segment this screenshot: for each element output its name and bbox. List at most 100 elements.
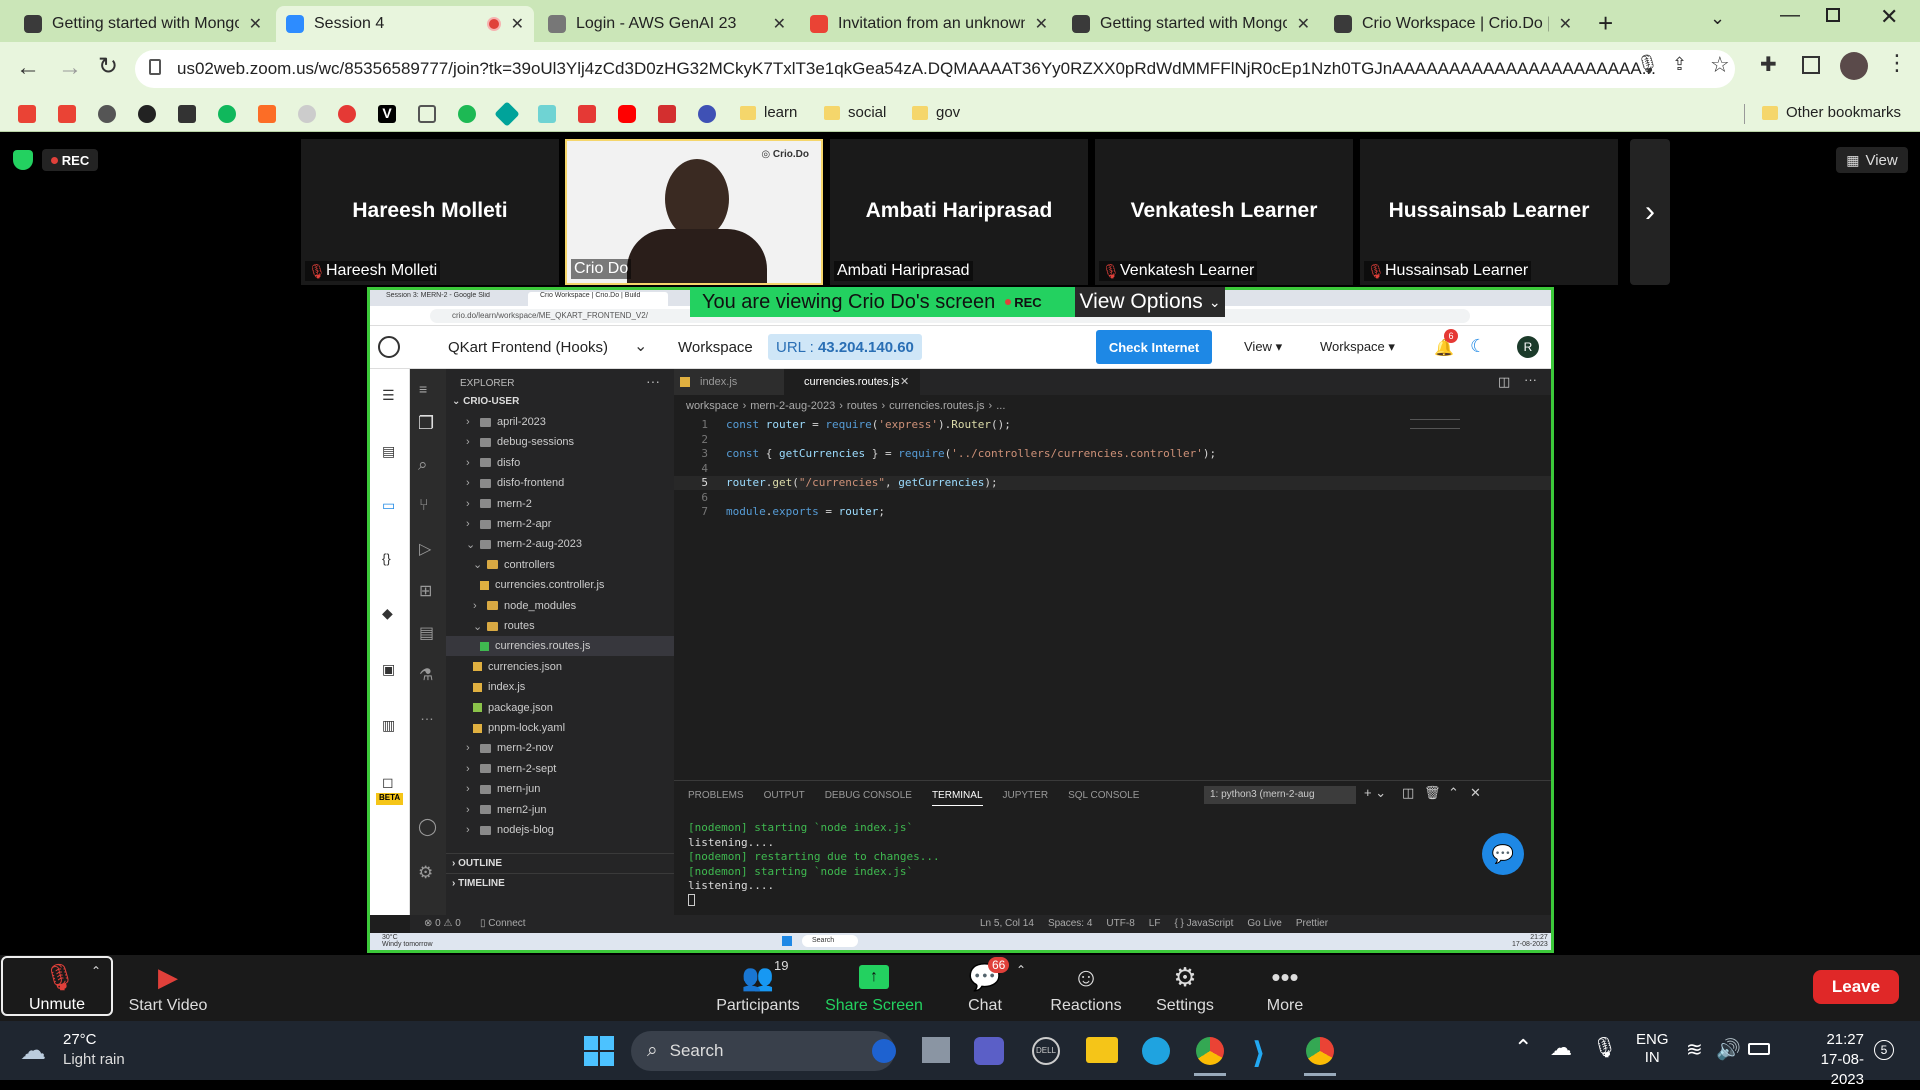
status-item[interactable]: Ln 5, Col 14 xyxy=(980,918,1034,929)
view-button[interactable]: ▦ View xyxy=(1836,147,1908,173)
browser-tab[interactable]: Invitation from an unknown ✕ xyxy=(800,6,1058,42)
tree-item[interactable]: › mern-2-apr xyxy=(446,514,674,534)
close-tab-icon[interactable]: ✕ xyxy=(1297,14,1310,34)
bookmark-icon[interactable] xyxy=(298,105,316,123)
taskbar-clock[interactable]: 21:27 17-08-2023 xyxy=(1794,1030,1864,1090)
bookmark-icon[interactable] xyxy=(338,105,356,123)
reload-icon[interactable]: ↻ xyxy=(98,52,118,81)
browser-tab[interactable]: Login - AWS GenAI 23 ✕ xyxy=(538,6,796,42)
chat-support-icon[interactable]: 💬 xyxy=(1482,833,1524,875)
next-page-chevron-icon[interactable]: › xyxy=(1630,139,1670,285)
panel-tab[interactable]: SQL CONSOLE xyxy=(1068,790,1139,801)
trash-icon[interactable]: 🗑 xyxy=(1424,785,1441,801)
explorer-root[interactable]: ⌄ CRIO-USER xyxy=(446,396,674,412)
vscode-icon[interactable]: ⟩ xyxy=(1252,1036,1266,1071)
settings-button[interactable]: ⚙ Settings xyxy=(1150,957,1220,1015)
tree-item[interactable]: › node_modules xyxy=(446,596,674,616)
crio-logo-icon[interactable] xyxy=(378,336,400,358)
status-item[interactable]: Spaces: 4 xyxy=(1048,918,1092,929)
breadcrumb-item[interactable]: mern-2-aug-2023 xyxy=(750,400,835,412)
bing-icon[interactable] xyxy=(872,1039,896,1063)
close-window-icon[interactable]: ✕ xyxy=(1880,4,1898,30)
status-item[interactable]: LF xyxy=(1149,918,1161,929)
status-item[interactable]: UTF-8 xyxy=(1106,918,1134,929)
bookmark-icon[interactable] xyxy=(494,101,520,127)
view-options-button[interactable]: View Options ⌄ xyxy=(1075,287,1225,317)
menu-icon[interactable]: ⋮ xyxy=(1886,50,1908,76)
leave-button[interactable]: Leave xyxy=(1813,970,1899,1004)
run-debug-icon[interactable]: ▷ xyxy=(419,539,431,559)
panel-tab[interactable]: OUTPUT xyxy=(764,790,805,801)
extensions-icon[interactable]: ⊞ xyxy=(419,581,432,601)
panel-tab[interactable]: DEBUG CONSOLE xyxy=(825,790,912,801)
bookmark-icon[interactable] xyxy=(458,105,476,123)
participant-tile[interactable]: Hussainsab Learner 🎙 Hussainsab Learner xyxy=(1360,139,1618,285)
battery-icon[interactable] xyxy=(1748,1043,1770,1055)
check-internet-button[interactable]: Check Internet xyxy=(1096,330,1212,364)
wifi-icon[interactable]: ≋ xyxy=(1686,1037,1703,1062)
search-icon[interactable]: ⌕ xyxy=(418,455,428,475)
project-dropdown-chevron-icon[interactable]: ⌄ xyxy=(634,336,647,356)
dell-icon[interactable]: DELL xyxy=(1032,1037,1060,1065)
close-panel-icon[interactable]: ✕ xyxy=(1470,785,1481,801)
code-line[interactable]: 5 router.get("/currencies", getCurrencies… xyxy=(674,476,1551,490)
new-terminal-icon[interactable]: + ⌄ xyxy=(1364,785,1386,801)
close-tab-icon[interactable]: ✕ xyxy=(1035,14,1048,34)
weather-icon[interactable]: ☁ xyxy=(20,1035,46,1066)
editor-tab-index[interactable]: index.js xyxy=(674,369,784,395)
breadcrumb-item[interactable]: routes xyxy=(847,400,878,412)
unmute-button[interactable]: 🎙 ⌃ Unmute xyxy=(1,956,113,1016)
tree-item[interactable]: › april-2023 xyxy=(446,412,674,432)
sidebar-icon[interactable] xyxy=(1802,56,1820,74)
status-item[interactable]: { } JavaScript xyxy=(1174,918,1233,929)
browser-tab[interactable]: Session 4 ✕ xyxy=(276,6,534,42)
bookmark-icon[interactable] xyxy=(658,105,676,123)
split-terminal-icon[interactable]: ◫ xyxy=(1402,785,1414,801)
gitlab-icon[interactable] xyxy=(258,105,276,123)
status-item[interactable]: Prettier xyxy=(1296,918,1328,929)
windows-start-icon[interactable] xyxy=(584,1036,614,1066)
close-tab-icon[interactable]: ✕ xyxy=(900,375,909,388)
browser-tab[interactable]: Crio Workspace | Crio.Do | B ✕ xyxy=(1324,6,1582,42)
bookmark-star-icon[interactable]: ☆ xyxy=(1710,52,1730,78)
bookmark-icon[interactable] xyxy=(218,105,236,123)
url-badge[interactable]: URL : 43.204.140.60 xyxy=(768,334,922,360)
mic-icon[interactable]: 🎙 xyxy=(1636,54,1659,75)
close-tab-icon[interactable]: ✕ xyxy=(773,14,786,34)
terminal-output[interactable]: [nodemon] starting `node index.js` listen… xyxy=(688,821,940,894)
tree-item[interactable]: ⌄ controllers xyxy=(446,555,674,575)
edge-icon[interactable] xyxy=(1142,1037,1170,1065)
bookmark-icon[interactable] xyxy=(578,105,596,123)
project-name[interactable]: QKart Frontend (Hooks) xyxy=(448,339,608,356)
account-icon[interactable]: ◯ xyxy=(418,817,437,837)
close-tab-icon[interactable]: ✕ xyxy=(1559,14,1572,34)
microphone-icon[interactable]: 🎙 xyxy=(1592,1035,1617,1060)
tree-item[interactable]: package.json xyxy=(446,698,674,718)
tray-chevron-icon[interactable]: ⌃ xyxy=(1514,1035,1532,1061)
panel-tab[interactable]: JUPYTER xyxy=(1003,790,1049,801)
github-icon[interactable] xyxy=(138,105,156,123)
notification-count[interactable]: 5 xyxy=(1874,1040,1894,1060)
outline-section[interactable]: › OUTLINE xyxy=(446,853,674,873)
cube-icon[interactable]: ◆ xyxy=(382,605,393,622)
editor-icon[interactable]: ▭ xyxy=(382,497,395,514)
more-button[interactable]: ••• More xyxy=(1250,957,1320,1015)
tree-item[interactable]: index.js xyxy=(446,677,674,697)
browser-tab[interactable]: Getting started with Mongo ✕ xyxy=(14,6,272,42)
browser-tab[interactable]: Getting started with Mongo ✕ xyxy=(1062,6,1320,42)
gift-icon[interactable]: ▥ xyxy=(382,717,395,734)
gmail-icon[interactable] xyxy=(58,105,76,123)
reactions-button[interactable]: ☺ Reactions xyxy=(1046,957,1126,1015)
minimap[interactable] xyxy=(1410,419,1460,429)
minimize-icon[interactable]: — xyxy=(1780,4,1800,27)
tree-item[interactable]: currencies.controller.js xyxy=(446,575,674,595)
bookmark-icon[interactable] xyxy=(418,105,436,123)
close-tab-icon[interactable]: ✕ xyxy=(511,14,524,34)
tree-item[interactable]: › nodejs-blog xyxy=(446,820,674,840)
file-explorer-icon[interactable] xyxy=(1086,1037,1118,1063)
timeline-section[interactable]: › TIMELINE xyxy=(446,873,674,893)
breadcrumb-item[interactable]: currencies.routes.js xyxy=(889,400,984,412)
new-tab-icon[interactable]: + xyxy=(1598,8,1613,39)
tree-item[interactable]: › disfo-frontend xyxy=(446,473,674,493)
files-icon[interactable]: ❐ xyxy=(418,413,434,434)
